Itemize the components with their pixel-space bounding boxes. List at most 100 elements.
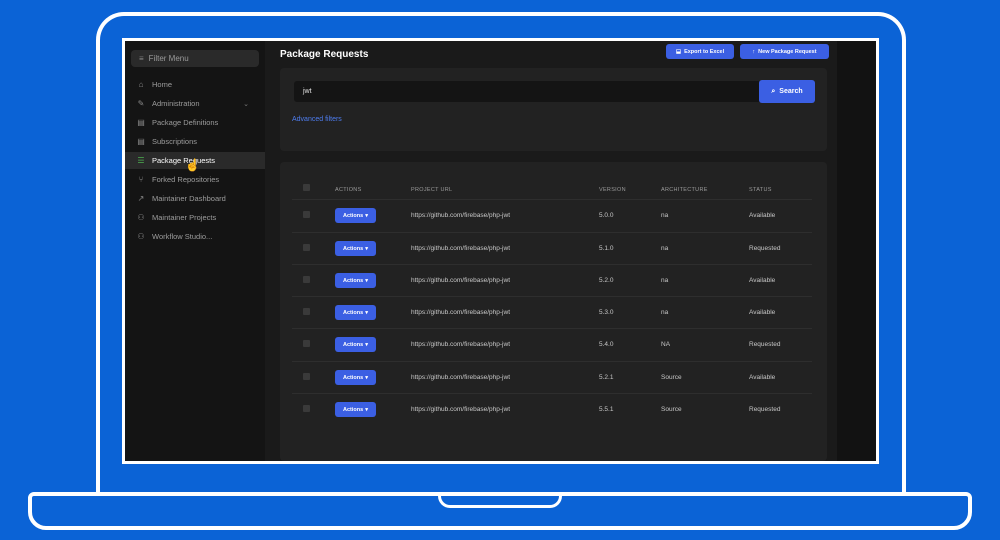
sidebar-item-label: Maintainer Projects — [152, 213, 217, 222]
column-header-project-url: PROJECT URL — [411, 187, 453, 193]
sidebar-item-label: Package Requests — [152, 156, 215, 165]
filter-menu-input[interactable]: ≡ Filter Menu — [131, 50, 259, 67]
sidebar-item-home[interactable]: ⌂ Home — [125, 76, 265, 93]
project-url-cell[interactable]: https://github.com/firebase/php-jwt — [411, 374, 510, 381]
actions-label: Actions — [343, 406, 364, 413]
workflow-icon: ⚇ — [137, 232, 145, 241]
version-cell: 5.0.0 — [599, 212, 614, 219]
sidebar-item-subscriptions[interactable]: ▤ Subscriptions — [125, 133, 265, 150]
version-cell: 5.2.0 — [599, 277, 614, 284]
actions-label: Actions — [343, 212, 364, 219]
project-url-cell[interactable]: https://github.com/firebase/php-jwt — [411, 212, 510, 219]
version-cell: 5.5.1 — [599, 406, 614, 413]
actions-dropdown-button[interactable]: Actions ▾ — [335, 370, 376, 385]
search-icon: ⌕ — [771, 87, 776, 95]
actions-dropdown-button[interactable]: Actions ▾ — [335, 208, 376, 223]
sidebar-item-workflow-studio[interactable]: ⚇ Workflow Studio... — [125, 228, 265, 245]
architecture-cell: Source — [661, 406, 682, 413]
table-row: Actions ▾ https://github.com/firebase/php-… — [292, 199, 812, 231]
laptop-screen: ≡ Filter Menu ⌂ Home ✎ Administration ⌄ … — [122, 38, 879, 464]
document-icon: ▤ — [137, 118, 145, 127]
row-checkbox[interactable] — [303, 211, 310, 218]
actions-dropdown-button[interactable]: Actions ▾ — [335, 305, 376, 320]
hand-cursor-icon: ☝ — [185, 158, 200, 172]
sidebar-item-label: Maintainer Dashboard — [152, 194, 226, 203]
export-excel-button[interactable]: ⬓ Export to Excel — [666, 44, 734, 59]
advanced-filters-link[interactable]: Advanced filters — [292, 116, 342, 123]
caret-down-icon: ▾ — [365, 406, 368, 413]
project-url-cell[interactable]: https://github.com/firebase/php-jwt — [411, 277, 510, 284]
table-row: Actions ▾ https://github.com/firebase/php-… — [292, 296, 812, 328]
column-header-status: STATUS — [749, 187, 772, 193]
home-icon: ⌂ — [138, 80, 144, 89]
wrench-icon: ✎ — [137, 99, 145, 108]
sidebar: ≡ Filter Menu ⌂ Home ✎ Administration ⌄ … — [125, 41, 265, 461]
sidebar-item-forked-repositories[interactable]: ⑂ Forked Repositories — [125, 171, 265, 188]
status-cell: Available — [749, 309, 776, 316]
status-cell: Available — [749, 277, 776, 284]
row-checkbox[interactable] — [303, 276, 310, 283]
search-button-label: Search — [779, 88, 803, 95]
filter-menu-placeholder: Filter Menu — [148, 54, 189, 63]
version-cell: 5.4.0 — [599, 341, 614, 348]
row-checkbox[interactable] — [303, 373, 310, 380]
list-check-icon: ☰ — [137, 156, 145, 165]
sidebar-item-maintainer-dashboard[interactable]: ↗ Maintainer Dashboard — [125, 190, 265, 207]
new-package-request-button[interactable]: ↑ New Package Request — [740, 44, 829, 59]
select-all-checkbox[interactable] — [303, 184, 310, 191]
sidebar-item-label: Administration — [152, 99, 200, 108]
actions-label: Actions — [343, 374, 364, 381]
actions-dropdown-button[interactable]: Actions ▾ — [335, 241, 376, 256]
actions-label: Actions — [343, 341, 364, 348]
page-title: Package Requests — [280, 49, 369, 60]
row-checkbox[interactable] — [303, 308, 310, 315]
project-url-cell[interactable]: https://github.com/firebase/php-jwt — [411, 341, 510, 348]
project-url-cell[interactable]: https://github.com/firebase/php-jwt — [411, 406, 510, 413]
actions-dropdown-button[interactable]: Actions ▾ — [335, 337, 376, 352]
right-panel-strip — [837, 41, 876, 461]
status-cell: Requested — [749, 341, 781, 348]
actions-label: Actions — [343, 277, 364, 284]
actions-dropdown-button[interactable]: Actions ▾ — [335, 273, 376, 288]
search-button[interactable]: ⌕ Search — [759, 80, 815, 103]
version-cell: 5.2.1 — [599, 374, 614, 381]
row-checkbox[interactable] — [303, 244, 310, 251]
project-url-cell[interactable]: https://github.com/firebase/php-jwt — [411, 309, 510, 316]
upload-icon: ↑ — [752, 48, 756, 55]
caret-down-icon: ▾ — [365, 212, 368, 219]
chart-icon: ↗ — [137, 194, 145, 203]
status-cell: Available — [749, 212, 776, 219]
architecture-cell: Source — [661, 374, 682, 381]
filter-icon: ≡ — [139, 54, 144, 63]
table-row: Actions ▾ https://github.com/firebase/php-… — [292, 361, 812, 393]
sidebar-item-label: Workflow Studio... — [152, 232, 213, 241]
status-cell: Available — [749, 374, 776, 381]
column-header-architecture: ARCHITECTURE — [661, 187, 708, 193]
version-cell: 5.3.0 — [599, 309, 614, 316]
actions-dropdown-button[interactable]: Actions ▾ — [335, 402, 376, 417]
architecture-cell: na — [661, 277, 669, 284]
row-checkbox[interactable] — [303, 405, 310, 412]
sidebar-item-administration[interactable]: ✎ Administration ⌄ — [125, 95, 265, 112]
status-cell: Requested — [749, 406, 781, 413]
sidebar-item-package-definitions[interactable]: ▤ Package Definitions — [125, 114, 265, 131]
caret-down-icon: ▾ — [365, 374, 368, 381]
search-input[interactable]: jwt — [294, 81, 759, 102]
branch-icon: ⑂ — [138, 175, 144, 184]
document-icon: ▤ — [137, 137, 145, 146]
actions-label: Actions — [343, 245, 364, 252]
laptop-notch — [438, 492, 562, 508]
package-requests-table: ACTIONS PROJECT URL VERSION ARCHITECTURE… — [280, 162, 827, 461]
sidebar-item-maintainer-projects[interactable]: ⚇ Maintainer Projects — [125, 209, 265, 226]
caret-down-icon: ▾ — [365, 309, 368, 316]
sidebar-item-label: Forked Repositories — [152, 175, 220, 184]
caret-down-icon: ▾ — [365, 277, 368, 284]
table-row: Actions ▾ https://github.com/firebase/php-… — [292, 328, 812, 360]
network-icon: ⚇ — [137, 213, 145, 222]
architecture-cell: na — [661, 245, 669, 252]
sidebar-item-label: Home — [152, 80, 173, 89]
table-row: Actions ▾ https://github.com/firebase/php-… — [292, 393, 812, 425]
project-url-cell[interactable]: https://github.com/firebase/php-jwt — [411, 245, 510, 252]
row-checkbox[interactable] — [303, 340, 310, 347]
version-cell: 5.1.0 — [599, 245, 614, 252]
